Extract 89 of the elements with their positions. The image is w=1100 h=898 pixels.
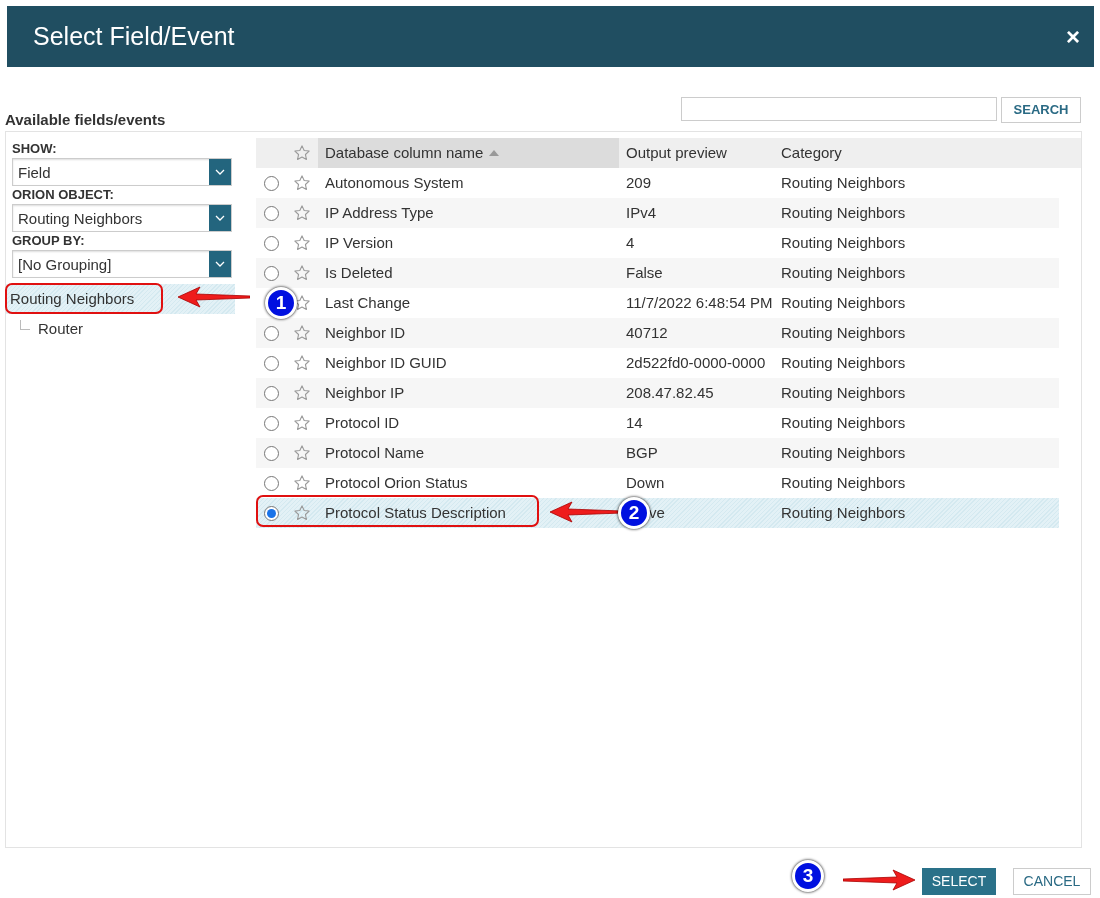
star-icon[interactable] bbox=[293, 384, 311, 402]
radio-button[interactable] bbox=[263, 445, 279, 461]
table-row[interactable]: Is Deleted False Routing Neighbors bbox=[256, 258, 1059, 288]
filter-label: ORION OBJECT: bbox=[12, 186, 115, 204]
table-cell-text: Neighbor ID GUID bbox=[325, 352, 447, 373]
star-icon[interactable] bbox=[293, 444, 311, 462]
table-cell-text: Protocol Name bbox=[325, 442, 425, 463]
table-cell-text: Routing Neighbors bbox=[781, 472, 906, 493]
tree-item[interactable]: Routing Neighbors bbox=[10, 289, 135, 309]
dropdown[interactable]: [No Grouping] bbox=[12, 250, 232, 278]
table-cell-text: Routing Neighbors bbox=[781, 232, 906, 253]
chevron-down-icon bbox=[215, 215, 225, 221]
table-cell-text: Routing Neighbors bbox=[781, 172, 906, 193]
table-cell-text: Routing Neighbors bbox=[781, 502, 906, 523]
radio-button[interactable] bbox=[263, 205, 279, 221]
radio-button[interactable] bbox=[263, 385, 279, 401]
radio-button[interactable] bbox=[263, 325, 279, 341]
tree-item[interactable]: Router bbox=[36, 314, 86, 344]
radio-button[interactable] bbox=[263, 475, 279, 491]
radio-button[interactable] bbox=[263, 415, 279, 431]
table-row[interactable]: Protocol Name BGP Routing Neighbors bbox=[256, 438, 1059, 468]
table-cell-text: Neighbor IP bbox=[325, 382, 405, 403]
table-cell-text: 209 bbox=[626, 172, 652, 193]
section-heading: Available fields/events bbox=[5, 109, 166, 130]
table-row[interactable]: Neighbor IP 208.47.82.45 Routing Neighbors bbox=[256, 378, 1059, 408]
column-header[interactable]: Database column name bbox=[318, 138, 619, 168]
star-icon[interactable] bbox=[293, 504, 311, 522]
table-cell-text: 40712 bbox=[626, 322, 668, 343]
chevron-down-icon bbox=[215, 261, 225, 267]
table-cell-text: Last Change bbox=[325, 292, 411, 313]
table-cell-text: Routing Neighbors bbox=[781, 382, 906, 403]
radio-button[interactable] bbox=[263, 505, 279, 521]
star-icon[interactable] bbox=[293, 174, 311, 192]
arrow-icon bbox=[178, 286, 250, 308]
arrow-icon bbox=[843, 869, 915, 891]
star-icon[interactable] bbox=[293, 414, 311, 432]
table-cell-text: IP Address Type bbox=[325, 202, 434, 223]
table-cell-text: 11/7/2022 6:48:54 PM bbox=[626, 292, 773, 313]
dropdown[interactable]: Routing Neighbors bbox=[12, 204, 232, 232]
radio-button[interactable] bbox=[263, 175, 279, 191]
select-button[interactable]: SELECT bbox=[922, 868, 996, 895]
table-cell-text: Routing Neighbors bbox=[781, 352, 906, 373]
table-cell-text: IPv4 bbox=[626, 202, 656, 223]
star-icon[interactable] bbox=[293, 204, 311, 222]
cancel-button[interactable]: CANCEL bbox=[1013, 868, 1091, 895]
star-icon[interactable] bbox=[293, 264, 311, 282]
table-cell-text: Routing Neighbors bbox=[781, 292, 906, 313]
table-cell-text: Protocol Orion Status bbox=[325, 472, 468, 493]
radio-button[interactable] bbox=[263, 235, 279, 251]
table-cell-text: Routing Neighbors bbox=[781, 202, 906, 223]
table-cell-text: Routing Neighbors bbox=[781, 262, 906, 283]
chevron-down-icon bbox=[215, 169, 225, 175]
sort-ascending-icon bbox=[489, 150, 500, 156]
table-cell-text: Protocol Status Description bbox=[325, 502, 506, 523]
table-cell-text: Routing Neighbors bbox=[781, 412, 906, 433]
table-cell-text: 2d522fd0-0000-0000 bbox=[626, 352, 766, 373]
table-cell-text: ve bbox=[649, 502, 665, 523]
table-cell-text: 14 bbox=[626, 412, 643, 433]
filter-label: SHOW: bbox=[12, 140, 58, 158]
table-row[interactable]: IP Address Type IPv4 Routing Neighbors bbox=[256, 198, 1059, 228]
search-button[interactable]: SEARCH bbox=[1001, 97, 1081, 123]
table-cell-text: Routing Neighbors bbox=[781, 442, 906, 463]
table-cell-text: 208.47.82.45 bbox=[626, 382, 714, 403]
table-cell-text: Down bbox=[626, 472, 665, 493]
table-row[interactable]: Neighbor ID 40712 Routing Neighbors bbox=[256, 318, 1059, 348]
table-cell-text: False bbox=[626, 262, 663, 283]
star-icon[interactable] bbox=[293, 234, 311, 252]
step-number-badge: 3 bbox=[792, 860, 824, 892]
dialog-title: Select Field/Event bbox=[33, 20, 235, 52]
table-cell-text: Is Deleted bbox=[325, 262, 393, 283]
star-icon[interactable] bbox=[293, 144, 311, 162]
radio-button[interactable] bbox=[263, 355, 279, 371]
table-cell-text: BGP bbox=[626, 442, 658, 463]
table-cell-text: Autonomous System bbox=[325, 172, 464, 193]
star-icon[interactable] bbox=[293, 324, 311, 342]
radio-button[interactable] bbox=[263, 265, 279, 281]
star-icon[interactable] bbox=[293, 474, 311, 492]
star-icon[interactable] bbox=[293, 354, 311, 372]
column-header[interactable]: Category bbox=[774, 138, 1059, 168]
close-button[interactable]: × bbox=[1066, 18, 1080, 55]
search-field[interactable] bbox=[681, 97, 997, 121]
table-cell-text: Neighbor ID bbox=[325, 322, 406, 343]
table-cell-text: Routing Neighbors bbox=[781, 322, 906, 343]
table-cell-text: 4 bbox=[626, 232, 635, 253]
table-cell-text: Protocol ID bbox=[325, 412, 400, 433]
column-header[interactable]: Output preview bbox=[619, 138, 774, 168]
table-cell-text: IP Version bbox=[325, 232, 394, 253]
filter-label: GROUP BY: bbox=[12, 232, 86, 250]
dropdown[interactable]: Field bbox=[12, 158, 232, 186]
